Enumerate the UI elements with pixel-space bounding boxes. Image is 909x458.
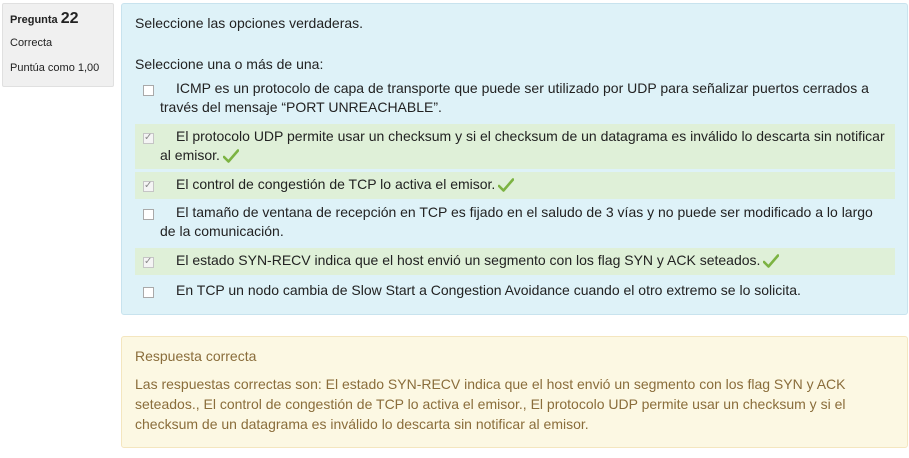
question-grade: Puntúa como 1,00 <box>10 62 100 74</box>
option-label: El estado SYN-RECV indica que el host en… <box>176 252 761 268</box>
option-label-wrap: El protocolo UDP permite usar un checksu… <box>160 127 887 165</box>
feedback-title: Respuesta correcta <box>135 348 257 364</box>
question-info-panel: Pregunta 22 Correcta Puntúa como 1,00 <box>2 3 114 87</box>
option-label: El control de congestión de TCP lo activ… <box>176 176 496 192</box>
check-icon <box>763 254 780 268</box>
check-icon <box>498 178 515 192</box>
feedback-panel: Respuesta correcta Las respuestas correc… <box>121 336 908 448</box>
option-checkbox[interactable]: ✓ <box>143 180 154 192</box>
answer-option-5[interactable]: ✓ El estado SYN-RECV indica que el host … <box>135 248 895 275</box>
option-label-wrap: El control de congestión de TCP lo activ… <box>160 175 887 194</box>
option-checkbox[interactable] <box>143 287 154 298</box>
answer-option-3[interactable]: ✓ El control de congestión de TCP lo act… <box>135 172 895 199</box>
option-label: En TCP un nodo cambia de Slow Start a Co… <box>176 282 801 298</box>
question-state: Correcta <box>10 37 53 49</box>
option-label: ICMP es un protocolo de capa de transpor… <box>160 80 869 115</box>
answer-option-1[interactable]: ICMP es un protocolo de capa de transpor… <box>135 79 895 117</box>
option-checkbox[interactable]: ✓ <box>143 256 154 268</box>
answer-option-2[interactable]: ✓ El protocolo UDP permite usar un check… <box>135 124 895 169</box>
question-formulation: Seleccione las opciones verdaderas. Sele… <box>121 3 908 315</box>
check-icon <box>222 149 239 163</box>
question-label: Pregunta <box>10 14 58 26</box>
question-number-value: 22 <box>60 10 79 27</box>
option-checkbox[interactable] <box>143 85 154 96</box>
answer-option-6[interactable]: En TCP un nodo cambia de Slow Start a Co… <box>135 281 895 300</box>
feedback-body: Las respuestas correctas son: El estado … <box>135 376 846 432</box>
answer-prompt: Seleccione una o más de una: <box>135 56 324 72</box>
checkbox-tick-icon: ✓ <box>144 132 153 143</box>
question-text: Seleccione las opciones verdaderas. <box>135 15 364 31</box>
option-checkbox[interactable] <box>143 209 154 220</box>
checkbox-tick-icon: ✓ <box>144 256 153 267</box>
option-checkbox[interactable]: ✓ <box>143 132 154 144</box>
option-label: El protocolo UDP permite usar un checksu… <box>160 128 885 163</box>
option-label-wrap: El estado SYN-RECV indica que el host en… <box>160 251 887 270</box>
option-label: El tamaño de ventana de recepción en TCP… <box>160 204 873 239</box>
question-number: Pregunta 22 <box>10 10 106 28</box>
checkbox-tick-icon: ✓ <box>144 180 153 191</box>
answer-option-4[interactable]: El tamaño de ventana de recepción en TCP… <box>135 203 895 241</box>
